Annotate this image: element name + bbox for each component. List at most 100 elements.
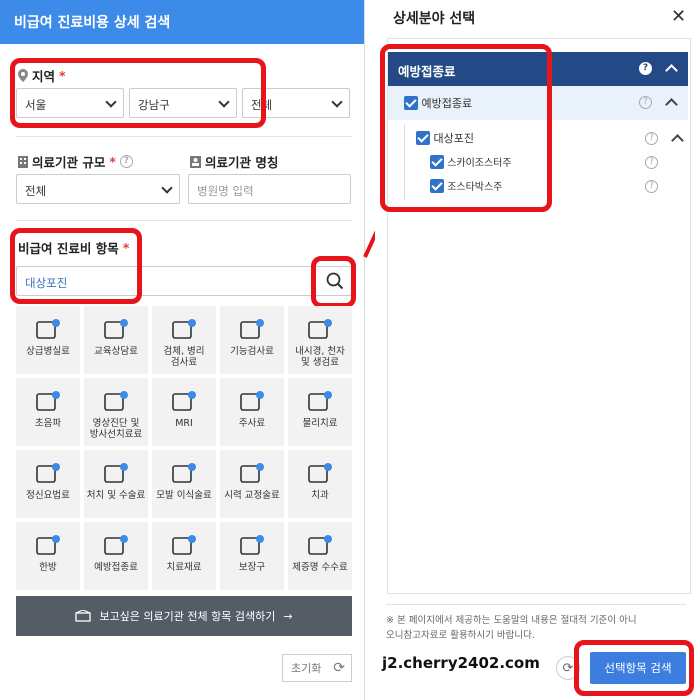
category-certificate[interactable]: 제증명 수수료 — [288, 522, 352, 590]
category-eye[interactable]: 시력 교정술료 — [220, 450, 284, 518]
category-label: 교육상담료 — [94, 346, 138, 357]
category-injection[interactable]: 주사료 — [220, 378, 284, 446]
category-psychotherapy[interactable]: 정신요법료 — [16, 450, 80, 518]
category-endoscope[interactable]: 내시경, 천자 및 생검료 — [288, 306, 352, 374]
category-ultrasound[interactable]: 초음파 — [16, 378, 80, 446]
chevron-down-icon — [161, 182, 173, 194]
function-test-icon — [240, 319, 264, 339]
chevron-up-icon[interactable] — [671, 134, 684, 147]
category-grid: 상급병실료 교육상담료 검체, 병리 검사료 기능검사료 내시경, 천자 및 생검료초음… — [16, 306, 352, 590]
category-consult[interactable]: 교육상담료 — [84, 306, 148, 374]
reset-label: 초기화 — [291, 662, 322, 675]
help-icon[interactable]: ? — [645, 180, 658, 193]
chevron-up-icon[interactable] — [665, 98, 678, 111]
divider — [16, 136, 352, 137]
right-title: 상세분야 선택 — [393, 11, 476, 27]
vaccine-icon — [104, 535, 128, 555]
ultrasound-icon — [36, 391, 60, 411]
search-all-button[interactable]: 보고싶은 의료기관 전체 항목 검색하기 → — [16, 596, 352, 636]
category-label: 제증명 수수료 — [292, 562, 348, 573]
highlight-box — [10, 228, 142, 304]
category-label: 상급병실료 — [26, 346, 70, 357]
hospital-icon — [75, 610, 92, 622]
category-label: 정신요법료 — [26, 490, 70, 501]
help-notice: ※ 본 페이지에서 제공하는 도움말의 내용은 절대적 기준이 아니 오니참고자… — [386, 604, 686, 643]
category-surgery[interactable]: 처치 및 수술료 — [84, 450, 148, 518]
scale-select[interactable]: 전체 — [16, 174, 180, 204]
category-label: 영상진단 및 방사선치료료 — [89, 418, 143, 441]
close-icon[interactable]: ✕ — [671, 6, 686, 27]
hair-transplant-icon — [172, 463, 196, 483]
category-label: 모발 이식술료 — [156, 490, 212, 501]
category-radiology[interactable]: 영상진단 및 방사선치료료 — [84, 378, 148, 446]
divider — [16, 220, 352, 221]
category-label: 처치 및 수술료 — [86, 490, 146, 501]
panel-title: 비급여 진료비용 상세 검색 — [0, 0, 364, 44]
scale-label: 의료기관 규모 * ? — [18, 152, 133, 171]
chevron-down-icon — [331, 96, 343, 108]
wheelchair-icon — [240, 535, 264, 555]
help-icon[interactable]: ? — [639, 96, 652, 109]
detail-search-panel: 비급여 진료비용 상세 검색 지역 * 서울 강남구 전체 의료기관 규모 * ? … — [0, 0, 365, 700]
required-mark: * — [109, 154, 116, 169]
herbal-icon — [36, 535, 60, 555]
category-wheelchair[interactable]: 보장구 — [220, 522, 284, 590]
help-icon[interactable]: ? — [645, 156, 658, 169]
category-label: 치료재료 — [166, 562, 202, 573]
help-icon[interactable]: ? — [639, 62, 652, 75]
highlight-box — [311, 256, 356, 308]
arrow-right-icon: → — [283, 609, 293, 623]
category-physical-therapy[interactable]: 물리치료 — [288, 378, 352, 446]
eye-icon — [240, 463, 264, 483]
name-label-text: 의료기관 명칭 — [205, 155, 279, 170]
category-vaccine[interactable]: 예방접종료 — [84, 522, 148, 590]
chevron-up-icon[interactable] — [665, 64, 678, 77]
category-label: 주사료 — [238, 418, 266, 429]
tooth-icon — [308, 463, 332, 483]
highlight-box — [574, 640, 694, 696]
watermark: j2.cherry2402.com — [378, 652, 544, 674]
physical-therapy-icon — [308, 391, 332, 411]
category-label: 한방 — [39, 562, 57, 573]
help-icon[interactable]: ? — [119, 155, 133, 168]
category-material[interactable]: 치료재료 — [152, 522, 216, 590]
help-icon[interactable]: ? — [645, 132, 658, 145]
hospital-name-input[interactable]: 병원명 입력 — [188, 174, 351, 204]
category-hair-transplant[interactable]: 모발 이식술료 — [152, 450, 216, 518]
category-label: 시력 교정술료 — [224, 490, 280, 501]
radiology-icon — [104, 391, 128, 411]
notice-line: ※ 본 페이지에서 제공하는 도움말의 내용은 절대적 기준이 아니 — [386, 615, 637, 626]
mri-icon — [172, 391, 196, 411]
reset-button[interactable]: 초기화 ⟳ — [282, 654, 352, 682]
category-herbal[interactable]: 한방 — [16, 522, 80, 590]
category-label: 검체, 병리 검사료 — [163, 346, 205, 369]
highlight-box — [380, 44, 552, 212]
category-label: 치과 — [311, 490, 329, 501]
category-function-test[interactable]: 기능검사료 — [220, 306, 284, 374]
endoscope-icon — [308, 319, 332, 339]
scale-value: 전체 — [25, 184, 47, 198]
scale-label-text: 의료기관 규모 — [32, 155, 106, 170]
category-bed[interactable]: 상급병실료 — [16, 306, 80, 374]
category-label: 초음파 — [34, 418, 62, 429]
category-tooth[interactable]: 치과 — [288, 450, 352, 518]
highlight-box — [10, 58, 266, 128]
category-label: 기능검사료 — [230, 346, 274, 357]
category-label: 내시경, 천자 및 생검료 — [295, 346, 345, 369]
search-all-label: 보고싶은 의료기관 전체 항목 검색하기 — [99, 610, 276, 623]
consult-icon — [104, 319, 128, 339]
category-label: 예방접종료 — [94, 562, 138, 573]
category-specimen[interactable]: 검체, 병리 검사료 — [152, 306, 216, 374]
name-label: 의료기관 명칭 — [190, 152, 278, 171]
specimen-icon — [172, 319, 196, 339]
building-icon — [18, 155, 28, 168]
certificate-icon — [308, 535, 332, 555]
surgery-icon — [104, 463, 128, 483]
bed-icon — [36, 319, 60, 339]
refresh-icon: ⟳ — [333, 660, 345, 676]
category-label: MRI — [175, 418, 193, 429]
material-icon — [172, 535, 196, 555]
category-mri[interactable]: MRI — [152, 378, 216, 446]
injection-icon — [240, 391, 264, 411]
psychotherapy-icon — [36, 463, 60, 483]
